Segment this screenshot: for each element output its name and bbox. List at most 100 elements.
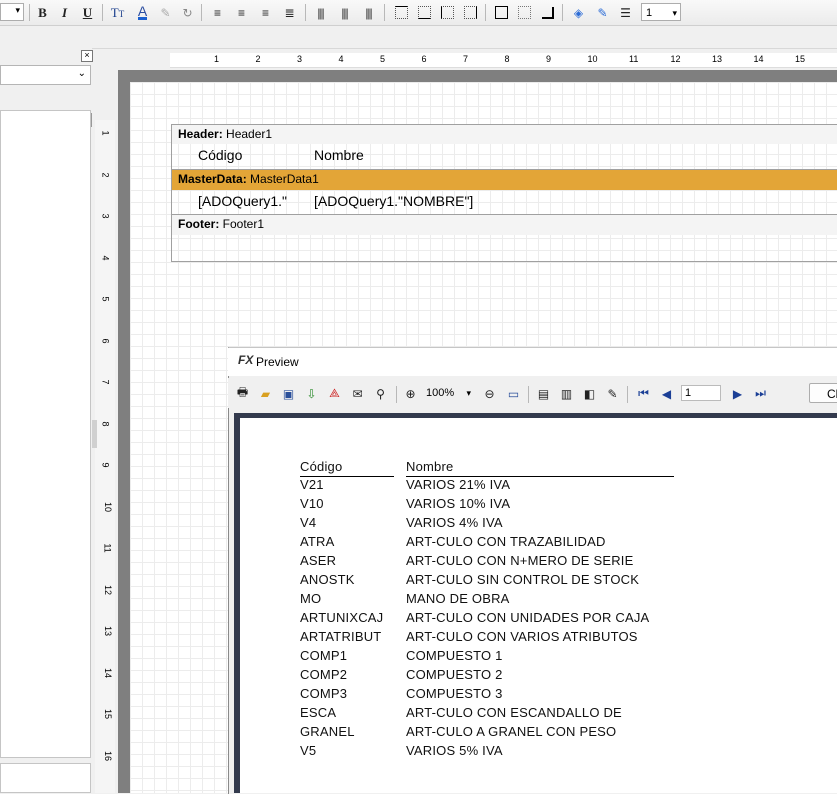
align-left-icon[interactable]: ≡	[208, 3, 227, 22]
bold-button[interactable]: B	[33, 3, 52, 22]
master-memo-codigo[interactable]: [ADOQuery1."	[198, 191, 287, 211]
font-settings-icon[interactable]: TT	[108, 3, 127, 22]
ruler-tick-label: 9	[100, 462, 111, 468]
open-icon[interactable]: ▰	[256, 384, 275, 403]
chevron-down-icon: ⌄	[77, 68, 86, 79]
italic-button[interactable]: I	[55, 3, 74, 22]
frame-left-icon[interactable]	[438, 3, 457, 22]
preview-row-code: COMP1	[300, 648, 348, 663]
header-memo-codigo[interactable]: Código	[198, 145, 242, 165]
preview-row-code: ASER	[300, 553, 337, 568]
formatting-toolbar: ▾ B I U TT A ✎ ↻ ≡ ≡ ≡ ≣ ||| ||| ||| ◈ ✎…	[0, 0, 837, 26]
frame-color-icon[interactable]: ✎	[593, 3, 612, 22]
ruler-tick-label: 13	[103, 625, 114, 637]
align-center-icon[interactable]: ≡	[232, 3, 251, 22]
save-icon[interactable]: ▣	[279, 384, 298, 403]
fullscreen-icon[interactable]: ▭	[504, 384, 523, 403]
ruler-tick-label: 1	[100, 130, 111, 136]
frame-bottom-icon[interactable]	[415, 3, 434, 22]
masterdata-band-title[interactable]: MasterData: MasterData1	[171, 170, 837, 190]
preview-row-code: COMP2	[300, 667, 348, 682]
frame-right-icon[interactable]	[461, 3, 480, 22]
ruler-tick-label: 11	[102, 543, 113, 553]
thumbnails-icon[interactable]: ▥	[557, 384, 576, 403]
pdf-icon[interactable]: ⟁	[325, 384, 344, 403]
align-justify-icon[interactable]: ≣	[280, 3, 299, 22]
preview-row-name: COMPUESTO 2	[406, 667, 503, 682]
edit-page-icon[interactable]: ✎	[603, 384, 622, 403]
preview-header-nombre: Nombre	[406, 459, 454, 474]
close-button-label: Cl	[827, 387, 837, 401]
page-number-input[interactable]: 1	[681, 385, 721, 401]
header-band[interactable]	[171, 144, 837, 170]
valign-bottom-icon[interactable]: |||	[359, 3, 378, 22]
valign-top-icon[interactable]: |||	[311, 3, 330, 22]
ruler-tick-label: 6	[100, 337, 111, 344]
footer-band[interactable]	[171, 235, 837, 262]
splitter-handle[interactable]	[92, 420, 97, 448]
align-right-icon[interactable]: ≡	[256, 3, 275, 22]
underline-button[interactable]: U	[78, 3, 97, 22]
master-memo-nombre[interactable]: [ADOQuery1."NOMBRE"]	[314, 191, 473, 211]
ruler-tick-label: 16	[103, 750, 114, 761]
shadow-icon[interactable]	[538, 3, 557, 22]
highlight-icon[interactable]: ✎	[156, 3, 175, 22]
preview-row-code: ATRA	[300, 534, 335, 549]
frame-style-icon[interactable]: ☰	[616, 3, 635, 22]
fill-color-icon[interactable]: ◈	[569, 3, 588, 22]
ruler-tick-label: 6	[421, 54, 427, 64]
ruler-tick-label: 3	[297, 54, 303, 64]
font-color-icon[interactable]: A	[133, 3, 152, 22]
rotate-text-icon[interactable]: ↻	[178, 3, 197, 22]
ruler-tick-label: 9	[546, 54, 552, 64]
chevron-down-icon: ▾	[466, 388, 471, 398]
zoom-in-icon[interactable]: ⊕	[401, 384, 420, 403]
ruler-tick-label: 11	[629, 54, 639, 64]
email-icon[interactable]: ✉	[348, 384, 367, 403]
style-dropdown[interactable]: ▾	[0, 3, 24, 21]
page-setup-icon[interactable]: ◧	[580, 384, 599, 403]
prev-page-icon[interactable]: ◀	[657, 384, 676, 403]
next-page-icon[interactable]: ▶	[728, 384, 747, 403]
ruler-tick-label: 14	[753, 54, 764, 64]
header-memo-nombre[interactable]: Nombre	[314, 145, 364, 165]
preview-row-code: V10	[300, 496, 324, 511]
frame-top-icon[interactable]	[392, 3, 411, 22]
ruler-tick-label: 12	[103, 584, 114, 595]
preview-row-name: COMPUESTO 3	[406, 686, 503, 701]
ruler-tick-label: 15	[795, 54, 806, 64]
ruler-tick-label: 7	[463, 54, 469, 64]
band-kind-label: MasterData:	[178, 172, 247, 186]
header-band-title[interactable]: Header: Header1	[171, 124, 837, 144]
print-icon[interactable]: 🖶	[233, 384, 252, 403]
zoom-out-icon[interactable]: ⊖	[480, 384, 499, 403]
ruler-tick-label: 2	[100, 171, 111, 178]
preview-row-code: ESCA	[300, 705, 337, 720]
outline-icon[interactable]: ▤	[534, 384, 553, 403]
preview-titlebar[interactable]: FX Preview	[228, 348, 837, 376]
object-selector-dropdown[interactable]: ⌄	[0, 65, 91, 85]
valign-center-icon[interactable]: |||	[335, 3, 354, 22]
preview-row-name: MANO DE OBRA	[406, 591, 510, 606]
frame-none-icon[interactable]	[515, 3, 534, 22]
preview-row-name: VARIOS 21% IVA	[406, 477, 511, 492]
properties-list[interactable]	[0, 110, 91, 758]
preview-row-name: ART-CULO CON N+MERO DE SERIE	[406, 553, 634, 568]
close-icon[interactable]: ×	[81, 50, 93, 62]
chevron-down-icon: ▾	[672, 8, 677, 18]
first-page-icon[interactable]: ⏮	[634, 384, 653, 403]
ruler-tick-label: 14	[103, 667, 114, 678]
preview-row-code: ARTATRIBUT	[300, 629, 382, 644]
ruler-tick-label: 3	[100, 213, 111, 219]
preview-header-codigo: Código	[300, 459, 343, 474]
ruler-tick-label: 4	[338, 54, 344, 64]
close-button[interactable]: Cl	[809, 383, 837, 403]
zoom-select[interactable]: 100% ▾	[426, 385, 472, 402]
footer-band-title[interactable]: Footer: Footer1	[171, 215, 837, 235]
frame-all-icon[interactable]	[492, 3, 511, 22]
find-icon[interactable]: ⚲	[371, 384, 390, 403]
frame-width-select[interactable]: 1 ▾	[641, 3, 681, 21]
export-icon[interactable]: ⇩	[302, 384, 321, 403]
preview-row-name: VARIOS 10% IVA	[406, 496, 511, 511]
last-page-icon[interactable]: ⏭	[751, 384, 770, 403]
